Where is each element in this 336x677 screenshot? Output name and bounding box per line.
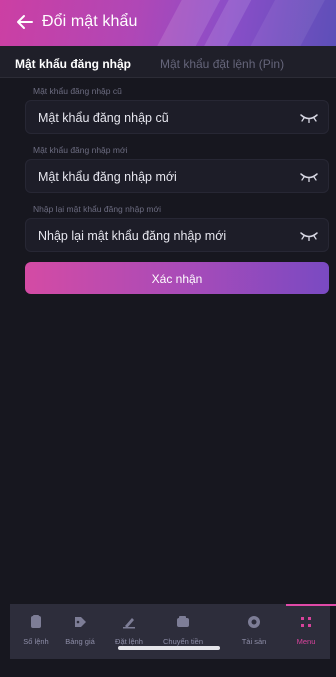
page-title: Đổi mật khẩu [42, 13, 138, 30]
confirm-password-placeholder: Nhập lại mật khẩu đăng nhập mới [38, 229, 227, 243]
eye-closed-icon[interactable] [300, 113, 318, 123]
new-password-placeholder: Mật khẩu đăng nhập mới [38, 170, 177, 184]
price-board-icon [75, 617, 86, 627]
confirm-password-field[interactable]: Nhập lại mật khẩu đăng nhập mới [25, 218, 329, 252]
nav-label: Đặt lệnh [115, 637, 143, 646]
nav-item-assets[interactable]: Tài sản [234, 604, 274, 659]
confirm-password-label: Nhập lại mật khẩu đăng nhập mới [33, 204, 161, 214]
menu-grid-icon [301, 617, 311, 627]
old-password-placeholder: Mật khẩu đăng nhập cũ [38, 111, 169, 125]
app-header: Đổi mật khẩu [0, 0, 336, 46]
transfer-icon [177, 616, 189, 627]
tab-order-pin[interactable]: Mật khẩu đặt lệnh (Pin) [160, 57, 284, 71]
place-order-icon [123, 618, 135, 629]
header-decoration [241, 0, 327, 46]
nav-item-price-board[interactable]: Bảng giá [57, 604, 103, 659]
new-password-label: Mật khẩu đăng nhập mới [33, 145, 128, 155]
nav-label: Menu [296, 637, 316, 646]
eye-closed-icon[interactable] [300, 172, 318, 182]
order-book-icon [31, 615, 41, 628]
nav-label: Chuyển tiền [162, 637, 204, 646]
bottom-navigation: Sổ lệnh Bảng giá Đặt lệnh Chuyển tiền Tà… [10, 604, 336, 659]
home-indicator[interactable] [118, 646, 220, 650]
nav-item-place-order[interactable]: Đặt lệnh [104, 604, 154, 659]
old-password-label: Mật khẩu đăng nhập cũ [33, 86, 122, 96]
nav-item-order-book[interactable]: Sổ lệnh [16, 604, 56, 659]
password-type-tabs: Mật khẩu đăng nhập Mật khẩu đặt lệnh (Pi… [0, 46, 336, 78]
new-password-field[interactable]: Mật khẩu đăng nhập mới [25, 159, 329, 193]
nav-label: Sổ lệnh [23, 637, 49, 646]
eye-closed-icon[interactable] [300, 231, 318, 241]
system-bottom-bar [0, 659, 336, 677]
confirm-button[interactable]: Xác nhận [25, 262, 329, 294]
tab-login-password[interactable]: Mật khẩu đăng nhập [15, 57, 131, 71]
nav-label: Bảng giá [65, 637, 95, 646]
nav-item-transfer[interactable]: Chuyển tiền [153, 604, 213, 659]
old-password-field[interactable]: Mật khẩu đăng nhập cũ [25, 100, 329, 134]
assets-icon [248, 616, 260, 628]
back-arrow-icon[interactable] [14, 11, 36, 33]
nav-label: Tài sản [241, 637, 267, 646]
nav-item-menu[interactable]: Menu [286, 604, 326, 659]
